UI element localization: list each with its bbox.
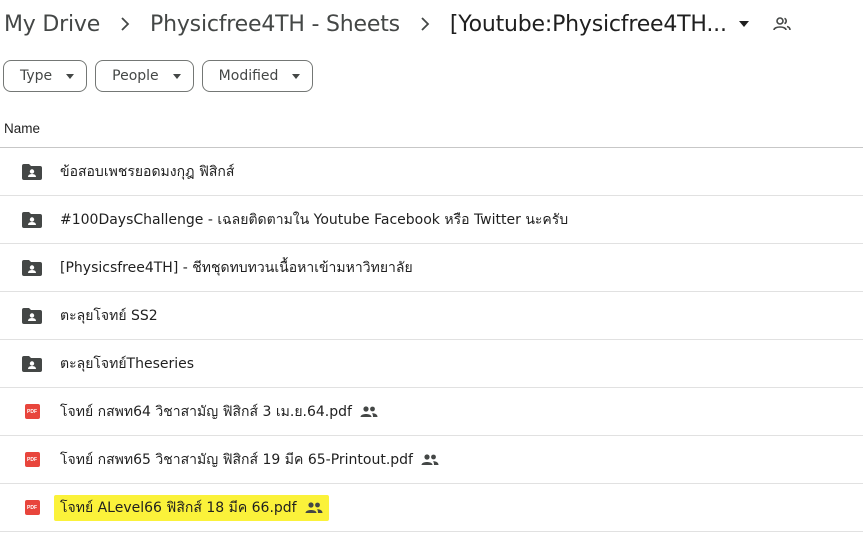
file-name-text: โจทย์ กสพท64 วิชาสามัญ ฟิสิกส์ 3 เม.ย.64… xyxy=(60,403,352,420)
file-name: ตะลุยโจทย์Theseries xyxy=(60,353,194,375)
file-row-folder[interactable]: [Physicsfree4TH] - ชีทชุดทบทวนเนื้อหาเข้… xyxy=(0,244,863,292)
file-name: #100DaysChallenge - เฉลยติดตามใน Youtube… xyxy=(60,209,568,231)
pdf-icon: PDF xyxy=(0,452,60,467)
chevron-right-icon xyxy=(104,17,146,31)
file-row-folder[interactable]: ตะลุยโจทย์Theseries xyxy=(0,340,863,388)
dropdown-arrow-icon xyxy=(66,73,75,79)
file-list: ข้อสอบเพชรยอดมงกุฎ ฟิสิกส์ #100DaysChalle… xyxy=(0,148,863,532)
name-column-header[interactable]: Name xyxy=(0,121,40,136)
shared-folder-icon xyxy=(0,163,60,180)
file-name: ข้อสอบเพชรยอดมงกุฎ ฟิสิกส์ xyxy=(60,161,234,183)
shared-folder-icon xyxy=(0,307,60,324)
shared-folder-icon xyxy=(0,259,60,276)
breadcrumb-physicfree4th-sheets[interactable]: Physicfree4TH - Sheets xyxy=(146,12,404,37)
pdf-badge-label: PDF xyxy=(24,500,40,515)
pdf-icon: PDF xyxy=(0,500,60,515)
file-name: โจทย์ กสพท64 วิชาสามัญ ฟิสิกส์ 3 เม.ย.64… xyxy=(60,401,378,423)
file-name-text: โจทย์ กสพท65 วิชาสามัญ ฟิสิกส์ 19 มีค 65… xyxy=(60,451,413,468)
file-name: โจทย์ ALevel66 ฟิสิกส์ 18 มีค 66.pdf xyxy=(54,494,329,521)
people-filter-label: People xyxy=(112,68,159,84)
folder-menu-dropdown-icon[interactable] xyxy=(738,21,753,27)
modified-filter-label: Modified xyxy=(218,68,279,84)
file-row-pdf[interactable]: PDF โจทย์ ALevel66 ฟิสิกส์ 18 มีค 66.pdf xyxy=(0,484,863,532)
people-filter-chip[interactable]: People xyxy=(95,60,194,92)
file-list-header: Name xyxy=(0,110,863,148)
file-name-text: ข้อสอบเพชรยอดมงกุฎ ฟิสิกส์ xyxy=(60,163,235,180)
file-name: ตะลุยโจทย์ SS2 xyxy=(60,305,158,327)
shared-people-icon xyxy=(421,454,439,465)
file-name: โจทย์ กสพท65 วิชาสามัญ ฟิสิกส์ 19 มีค 65… xyxy=(60,449,439,471)
dropdown-arrow-icon xyxy=(292,73,301,79)
file-name-text: ตะลุยโจทย์ SS2 xyxy=(60,307,158,324)
file-row-folder[interactable]: ข้อสอบเพชรยอดมงกุฎ ฟิสิกส์ xyxy=(0,148,863,196)
breadcrumb: My Drive Physicfree4TH - Sheets [Youtube… xyxy=(0,0,863,48)
pdf-badge-label: PDF xyxy=(24,452,40,467)
shared-folder-people-icon[interactable] xyxy=(772,17,791,31)
type-filter-chip[interactable]: Type xyxy=(3,60,88,92)
shared-people-icon xyxy=(360,406,378,417)
shared-folder-icon xyxy=(0,211,60,228)
filter-chips: Type People Modified xyxy=(3,60,314,92)
file-name-text: [Physicsfree4TH] - ชีทชุดทบทวนเนื้อหาเข้… xyxy=(60,259,413,276)
type-filter-label: Type xyxy=(20,68,53,84)
file-name-text: ตะลุยโจทย์Theseries xyxy=(60,355,195,372)
shared-people-icon xyxy=(305,502,323,513)
modified-filter-chip[interactable]: Modified xyxy=(201,60,314,92)
file-row-pdf[interactable]: PDF โจทย์ กสพท64 วิชาสามัญ ฟิสิกส์ 3 เม.ย… xyxy=(0,388,863,436)
breadcrumb-my-drive[interactable]: My Drive xyxy=(0,12,104,37)
dropdown-arrow-icon xyxy=(172,73,181,79)
shared-folder-icon xyxy=(0,355,60,372)
file-row-pdf[interactable]: PDF โจทย์ กสพท65 วิชาสามัญ ฟิสิกส์ 19 มีค… xyxy=(0,436,863,484)
file-name-text: #100DaysChallenge - เฉลยติดตามใน Youtube… xyxy=(60,211,569,228)
file-name-text: โจทย์ ALevel66 ฟิสิกส์ 18 มีค 66.pdf xyxy=(60,499,297,516)
file-row-folder[interactable]: ตะลุยโจทย์ SS2 xyxy=(0,292,863,340)
pdf-badge-label: PDF xyxy=(24,404,40,419)
pdf-icon: PDF xyxy=(0,404,60,419)
file-name: [Physicsfree4TH] - ชีทชุดทบทวนเนื้อหาเข้… xyxy=(60,257,413,279)
file-row-folder[interactable]: #100DaysChallenge - เฉลยติดตามใน Youtube… xyxy=(0,196,863,244)
chevron-right-icon xyxy=(404,17,446,31)
breadcrumb-current-folder[interactable]: [Youtube:Physicfree4TH... xyxy=(446,12,731,37)
